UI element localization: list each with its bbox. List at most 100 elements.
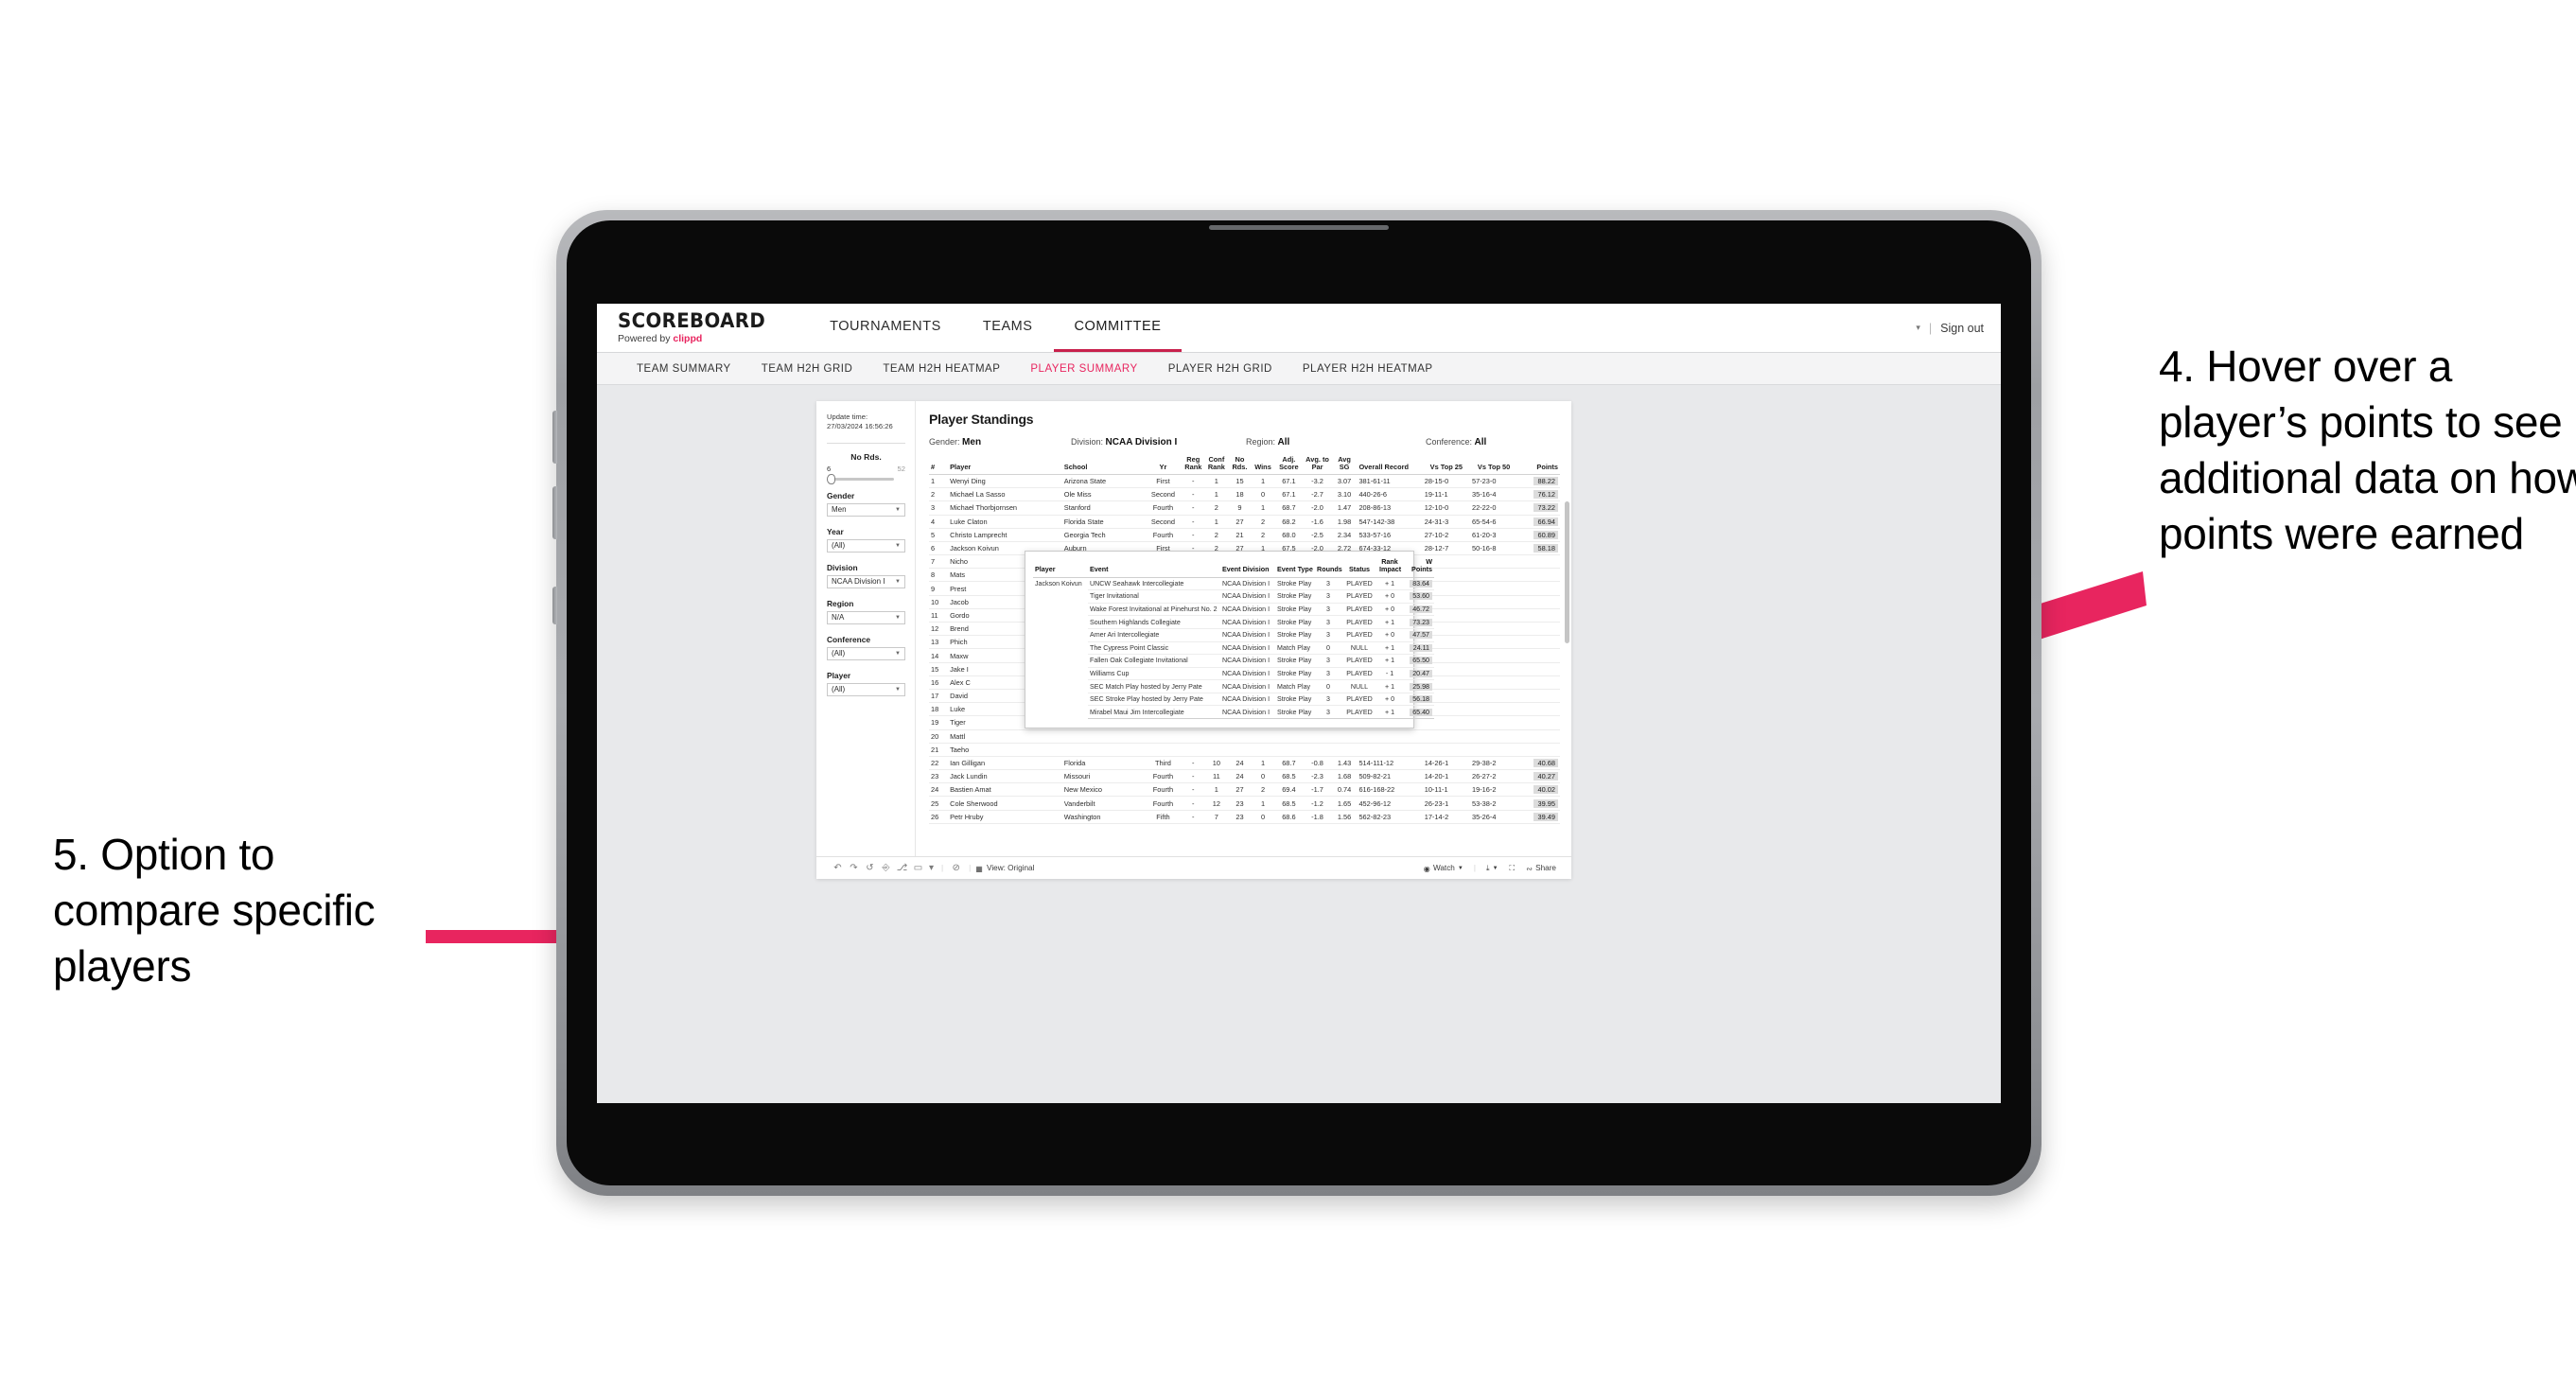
table-row[interactable]: 26 Petr Hruby Washington Fifth -7 23 0 68.6 -1.8… xyxy=(929,810,1560,824)
column-header-avg-to-par[interactable]: Avg. to Par xyxy=(1303,455,1332,475)
table-row[interactable]: 20 Mattl xyxy=(929,729,1560,744)
alerts-icon[interactable]: ⊘ xyxy=(948,863,964,873)
points-value[interactable]: 66.94 xyxy=(1533,517,1558,526)
column-header-conf-rank[interactable]: Conf Rank xyxy=(1204,455,1229,475)
points-value[interactable]: 58.18 xyxy=(1533,544,1558,553)
tooltip-header-row: Player Event Event Division Event Type Round… xyxy=(1033,558,1434,578)
tooltip-points-value: 83.64 xyxy=(1410,579,1432,588)
column-header-[interactable]: # xyxy=(929,456,949,475)
nav-committee[interactable]: COMMITTEE xyxy=(1053,304,1183,352)
subnav-player-h2h-grid[interactable]: PLAYER H2H GRID xyxy=(1153,363,1288,375)
table-row[interactable]: 25 Cole Sherwood Vanderbilt Fourth -12 23 1 68.… xyxy=(929,796,1560,811)
filter-division-select[interactable]: NCAA Division I ▼ xyxy=(827,574,905,588)
table-cell: 88.22 xyxy=(1517,474,1560,489)
revert-icon[interactable]: ↺ xyxy=(862,863,878,873)
table-cell: 2 xyxy=(1204,528,1229,542)
subnav-player-h2h-heatmap[interactable]: PLAYER H2H HEATMAP xyxy=(1288,363,1448,375)
table-cell: Taeho xyxy=(948,743,1062,757)
points-value[interactable]: 76.12 xyxy=(1533,490,1558,500)
column-header-overall-record[interactable]: Overall Record xyxy=(1357,456,1423,475)
filter-region[interactable]: Region N/A ▼ xyxy=(827,599,905,624)
points-value[interactable]: 40.02 xyxy=(1533,785,1558,795)
column-header-school[interactable]: School xyxy=(1061,456,1145,475)
filter-division[interactable]: Division NCAA Division I ▼ xyxy=(827,563,905,588)
watch-button[interactable]: ◉ Watch ▼ xyxy=(1418,864,1469,873)
chevron-down-icon: ▼ xyxy=(895,542,901,549)
download-button[interactable]: ⤓ ▼ xyxy=(1481,864,1504,873)
refresh-icon[interactable]: ⎆ xyxy=(878,863,894,873)
table-row[interactable]: 3 Michael Thorbjornsen Stanford Fourth -2 9 1 6… xyxy=(929,500,1560,516)
points-value[interactable]: 39.49 xyxy=(1533,812,1558,821)
subnav-team-summary[interactable]: TEAM SUMMARY xyxy=(622,363,746,375)
column-header-vs-top-25[interactable]: Vs Top 25 xyxy=(1422,456,1470,475)
undo-icon[interactable]: ↶ xyxy=(830,863,846,873)
filter-player-select[interactable]: (All) ▼ xyxy=(827,682,905,696)
table-row[interactable]: 4 Luke Claton Florida State Second -1 27 2 68.2… xyxy=(929,515,1560,529)
table-row[interactable]: 21 Taeho xyxy=(929,743,1560,757)
filter-year-select[interactable]: (All) ▼ xyxy=(827,538,905,553)
column-header-no-rds[interactable]: No Rds. xyxy=(1228,455,1252,475)
table-row[interactable]: 1 Wenyi Ding Arizona State First -1 15 1 67.1 -3… xyxy=(929,474,1560,489)
tooltip-column-rounds: Rounds xyxy=(1315,558,1342,578)
points-value[interactable]: 39.95 xyxy=(1533,798,1558,808)
table-row[interactable]: 24 Bastien Amat New Mexico Fourth -1 27 2 69.4-… xyxy=(929,782,1560,798)
points-value[interactable]: 60.89 xyxy=(1533,530,1558,539)
tooltip-cell: + 1 xyxy=(1377,654,1402,668)
points-value[interactable]: 40.68 xyxy=(1533,759,1558,767)
filter-region-select[interactable]: N/A ▼ xyxy=(827,610,905,624)
redo-icon[interactable]: ↷ xyxy=(846,863,862,873)
filter-player-label: Player xyxy=(827,670,851,680)
brand-logo[interactable]: SCOREBOARD Powered by clippd xyxy=(597,304,796,352)
points-value[interactable]: 40.27 xyxy=(1533,772,1558,781)
table-cell xyxy=(1517,568,1560,583)
table-cell: 9 xyxy=(929,581,949,596)
tooltip-player-name xyxy=(1033,667,1088,680)
table-row[interactable]: 23 Jack Lundin Missouri Fourth -11 24 0 68.5 -2.… xyxy=(929,769,1560,784)
points-value[interactable]: 73.22 xyxy=(1533,503,1558,513)
table-cell: Michael La Sasso xyxy=(948,487,1062,502)
tooltip-points-value: 25.98 xyxy=(1410,682,1432,691)
filter-conference-select[interactable]: (All) ▼ xyxy=(827,646,905,660)
sign-out-link[interactable]: Sign out xyxy=(1940,322,1984,335)
share-button[interactable]: ∾ Share xyxy=(1520,864,1562,873)
nav-tournaments[interactable]: TOURNAMENTS xyxy=(809,304,962,352)
filter-player[interactable]: Player (All) ▼ xyxy=(827,671,905,696)
tooltip-player-name xyxy=(1033,628,1088,641)
column-header-player[interactable]: Player xyxy=(948,456,1062,475)
nav-teams[interactable]: TEAMS xyxy=(962,304,1054,352)
column-header-reg-rank[interactable]: Reg Rank xyxy=(1182,455,1205,475)
column-header-wins[interactable]: Wins xyxy=(1251,456,1275,475)
column-header-avg-sg[interactable]: Avg SG xyxy=(1331,455,1358,475)
table-row[interactable]: 2 Michael La Sasso Ole Miss Second -1 18 0 67.1… xyxy=(929,487,1560,502)
slider-handle[interactable] xyxy=(827,473,835,484)
points-value[interactable]: 88.22 xyxy=(1533,477,1558,486)
subnav-team-h2h-heatmap[interactable]: TEAM H2H HEATMAP xyxy=(867,363,1015,375)
subnav-player-summary[interactable]: PLAYER SUMMARY xyxy=(1015,363,1152,375)
vertical-scrollbar[interactable] xyxy=(1565,501,1569,643)
table-cell: 24 xyxy=(929,782,949,798)
no-rounds-slider[interactable] xyxy=(827,473,895,484)
filter-gender-select[interactable]: Men ▼ xyxy=(827,502,905,517)
column-header-vs-top-50[interactable]: Vs Top 50 xyxy=(1469,456,1518,475)
filter-no-rounds[interactable]: No Rds. 6 52 xyxy=(827,452,905,484)
fullscreen-button[interactable]: ⛶ xyxy=(1504,864,1521,873)
table-cell: 12 xyxy=(1204,796,1229,811)
filter-gender[interactable]: Gender Men ▼ xyxy=(827,491,905,517)
pause-icon[interactable]: ⎇ xyxy=(894,863,910,873)
tooltip-cell: PLAYED xyxy=(1341,628,1377,642)
tooltip-cell: 0 xyxy=(1315,641,1341,656)
subnav-team-h2h-grid[interactable]: TEAM H2H GRID xyxy=(746,363,868,375)
view-original-button[interactable]: ▦ View: Original xyxy=(975,864,1034,873)
column-header-yr[interactable]: Yr xyxy=(1144,456,1182,475)
filter-year[interactable]: Year (All) ▼ xyxy=(827,527,905,553)
view-shape-icon[interactable]: ▭ xyxy=(910,863,926,873)
column-header-adj-score[interactable]: Adj. Score xyxy=(1274,455,1304,475)
chevron-down-icon[interactable]: ▾ xyxy=(1916,323,1920,333)
chevron-down-icon[interactable]: ▾ xyxy=(926,863,937,873)
column-header-points[interactable]: Points xyxy=(1517,456,1560,475)
filter-conference[interactable]: Conference (All) ▼ xyxy=(827,635,905,660)
table-cell: 21 xyxy=(929,743,949,757)
table-cell: 0 xyxy=(1251,810,1275,824)
table-row[interactable]: 5 Christo Lamprecht Georgia Tech Fourth -2 21… xyxy=(929,528,1560,542)
table-row[interactable]: 22 Ian Gilligan Florida Third -10 24 1 68.7 -0.8… xyxy=(929,756,1560,771)
